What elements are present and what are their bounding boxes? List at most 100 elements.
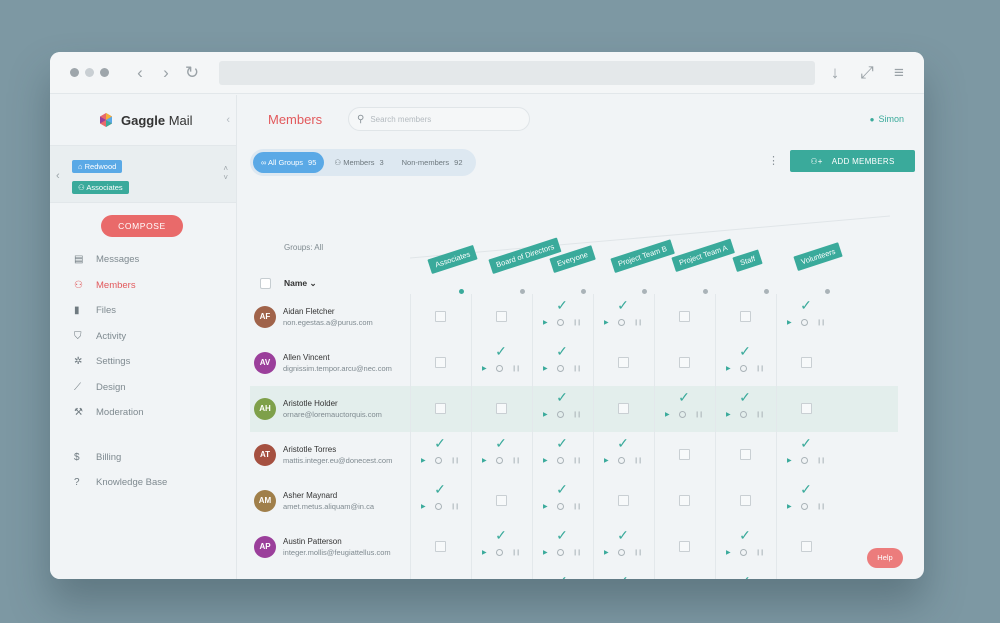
table-row[interactable]: AV Allen Vincent dignissim.tempor.arcu@nec… xyxy=(250,340,898,386)
compose-button[interactable]: COMPOSE xyxy=(101,215,183,237)
sidebar-item-files[interactable]: ▮ Files xyxy=(50,298,236,324)
play-icon[interactable]: ▶ xyxy=(543,365,548,372)
minimize-dot[interactable] xyxy=(85,68,94,77)
clock-icon[interactable] xyxy=(556,365,564,372)
checkmark-icon[interactable]: ✓ xyxy=(615,574,631,579)
membership-checkbox[interactable] xyxy=(679,541,690,552)
close-dot[interactable] xyxy=(70,68,79,77)
checkmark-icon[interactable]: ✓ xyxy=(676,390,692,404)
help-button[interactable]: Help xyxy=(867,548,903,568)
checkmark-icon[interactable]: ✓ xyxy=(737,390,753,404)
clock-icon[interactable] xyxy=(556,411,564,418)
membership-checkbox[interactable] xyxy=(679,449,690,460)
maximize-dot[interactable] xyxy=(100,68,109,77)
table-row[interactable]: BRBaker Reillynon.magna.nam@semper.edu✓▶… xyxy=(250,570,898,579)
pause-icon[interactable]: ❙❙ xyxy=(634,457,643,464)
pause-icon[interactable]: ❙❙ xyxy=(451,457,460,464)
clock-icon[interactable] xyxy=(739,549,747,556)
membership-checkbox[interactable] xyxy=(435,311,446,322)
checkmark-icon[interactable]: ✓ xyxy=(554,574,570,579)
pause-icon[interactable]: ❙❙ xyxy=(634,319,643,326)
checkmark-icon[interactable]: ✓ xyxy=(493,436,509,450)
search-input[interactable] xyxy=(370,114,521,124)
pause-icon[interactable]: ❙❙ xyxy=(573,411,582,418)
column-header-board-of-directors[interactable]: Board of Directors xyxy=(488,236,562,274)
clock-icon[interactable] xyxy=(556,457,564,464)
clock-icon[interactable] xyxy=(617,457,625,464)
column-header-associates[interactable]: Associates xyxy=(427,244,478,274)
play-icon[interactable]: ▶ xyxy=(543,503,548,510)
membership-checkbox[interactable] xyxy=(435,357,446,368)
pause-icon[interactable]: ❙❙ xyxy=(756,365,765,372)
checkmark-icon[interactable]: ✓ xyxy=(615,528,631,542)
table-row[interactable]: AP Austin Patterson integer.mollis@feugiat… xyxy=(250,524,898,570)
checkmark-icon[interactable]: ✓ xyxy=(493,344,509,358)
pause-icon[interactable]: ❙❙ xyxy=(573,365,582,372)
table-row[interactable]: AF Aidan Fletcher non.egestas.a@purus.com ✓… xyxy=(250,294,898,340)
checkmark-icon[interactable]: ✓ xyxy=(798,482,814,496)
membership-checkbox[interactable] xyxy=(496,495,507,506)
play-icon[interactable]: ▶ xyxy=(604,457,609,464)
sidebar-item-members[interactable]: ⚇ Members xyxy=(50,273,236,299)
membership-checkbox[interactable] xyxy=(801,403,812,414)
checkmark-icon[interactable]: ✓ xyxy=(432,482,448,496)
play-icon[interactable]: ▶ xyxy=(787,457,792,464)
table-row[interactable]: AM Asher Maynard amet.metus.aliquam@in.ca ✓… xyxy=(250,478,898,524)
checkmark-icon[interactable]: ✓ xyxy=(615,436,631,450)
sidebar-item-knowledge-base[interactable]: ? Knowledge Base xyxy=(50,470,236,496)
column-header-project-team-a[interactable]: Project Team A xyxy=(671,238,736,272)
clock-icon[interactable] xyxy=(800,457,808,464)
checkmark-icon[interactable]: ✓ xyxy=(554,298,570,312)
play-icon[interactable]: ▶ xyxy=(787,319,792,326)
member-name[interactable]: Aristotle Holder xyxy=(283,399,338,408)
sidebar-item-design[interactable]: ⟋ Design xyxy=(50,375,236,401)
pause-icon[interactable]: ❙❙ xyxy=(573,549,582,556)
membership-checkbox[interactable] xyxy=(801,357,812,368)
checkmark-icon[interactable]: ✓ xyxy=(554,436,570,450)
clock-icon[interactable] xyxy=(495,365,503,372)
back-icon[interactable]: ‹ xyxy=(127,64,153,81)
member-name[interactable]: Aidan Fletcher xyxy=(283,307,335,316)
pause-icon[interactable]: ❙❙ xyxy=(512,457,521,464)
user-menu[interactable]: ● Simon xyxy=(870,114,904,124)
clock-icon[interactable] xyxy=(739,365,747,372)
pause-icon[interactable]: ❙❙ xyxy=(756,411,765,418)
menu-icon[interactable]: ≡ xyxy=(888,64,910,81)
play-icon[interactable]: ▶ xyxy=(726,411,731,418)
column-header-project-team-b[interactable]: Project Team B xyxy=(610,238,675,273)
membership-checkbox[interactable] xyxy=(435,403,446,414)
play-icon[interactable]: ▶ xyxy=(604,549,609,556)
member-name[interactable]: Aristotle Torres xyxy=(283,445,336,454)
membership-checkbox[interactable] xyxy=(496,311,507,322)
clock-icon[interactable] xyxy=(556,503,564,510)
membership-checkbox[interactable] xyxy=(496,403,507,414)
clock-icon[interactable] xyxy=(678,411,686,418)
checkmark-icon[interactable]: ✓ xyxy=(493,528,509,542)
member-name[interactable]: Asher Maynard xyxy=(283,491,337,500)
membership-checkbox[interactable] xyxy=(740,311,751,322)
checkmark-icon[interactable]: ✓ xyxy=(798,436,814,450)
membership-checkbox[interactable] xyxy=(679,495,690,506)
membership-checkbox[interactable] xyxy=(618,403,629,414)
fullscreen-icon[interactable]: ⤢ xyxy=(856,64,878,81)
play-icon[interactable]: ▶ xyxy=(543,319,548,326)
checkmark-icon[interactable]: ✓ xyxy=(737,344,753,358)
play-icon[interactable]: ▶ xyxy=(543,411,548,418)
checkmark-icon[interactable]: ✓ xyxy=(737,528,753,542)
pause-icon[interactable]: ❙❙ xyxy=(573,319,582,326)
column-header-staff[interactable]: Staff xyxy=(732,248,763,272)
sidebar-item-billing[interactable]: $ Billing xyxy=(50,445,236,471)
pause-icon[interactable]: ❙❙ xyxy=(817,457,826,464)
checkmark-icon[interactable]: ✓ xyxy=(554,482,570,496)
clock-icon[interactable] xyxy=(434,457,442,464)
clock-icon[interactable] xyxy=(495,457,503,464)
filter-non-members[interactable]: Non-members 92 xyxy=(394,152,471,173)
column-header-volunteers[interactable]: Volunteers xyxy=(793,242,844,271)
pause-icon[interactable]: ❙❙ xyxy=(817,503,826,510)
play-icon[interactable]: ▶ xyxy=(421,457,426,464)
pause-icon[interactable]: ❙❙ xyxy=(634,549,643,556)
forward-icon[interactable]: › xyxy=(153,64,179,81)
checkmark-icon[interactable]: ✓ xyxy=(798,298,814,312)
pause-icon[interactable]: ❙❙ xyxy=(573,503,582,510)
play-icon[interactable]: ▶ xyxy=(787,503,792,510)
